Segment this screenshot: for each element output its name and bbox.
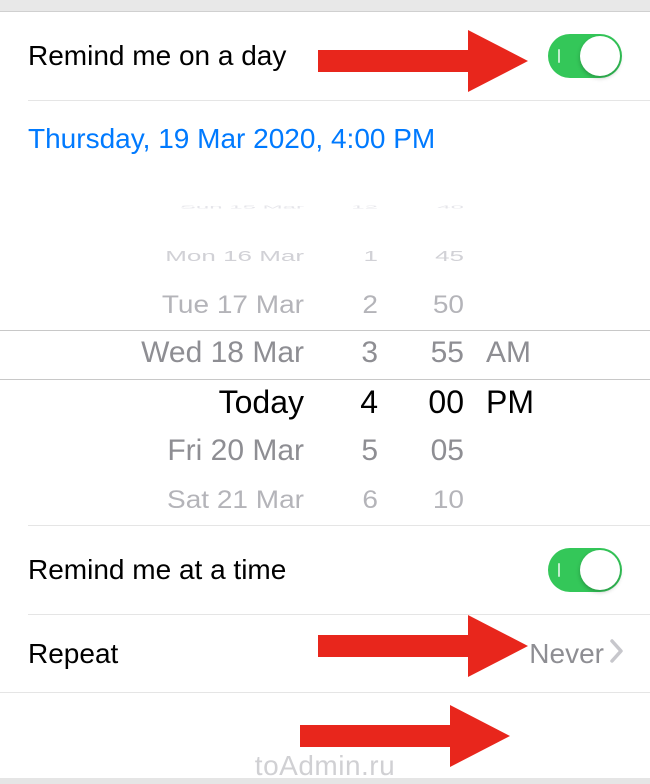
picker-date-item: Sun 15 Mar [180,203,304,213]
picker-minute-item: 40 [437,203,464,213]
remind-on-day-label: Remind me on a day [28,40,286,72]
remind-on-day-switch[interactable] [548,34,622,78]
picker-hour-item: 3 [361,329,378,378]
picker-minute-item: 05 [431,427,464,476]
selected-date-text: Thursday, 19 Mar 2020, 4:00 PM [28,123,622,155]
picker-date-item: Wed 18 Mar [141,329,304,378]
picker-ampm-column[interactable]: AM PM [478,183,622,525]
picker-selection-line-top [0,330,650,331]
picker-ampm-pm-selected: PM [486,378,534,427]
remind-at-time-row: Remind me at a time [0,526,650,614]
chevron-right-icon [608,637,626,670]
picker-hour-item: 2 [362,283,378,327]
selected-date-row[interactable]: Thursday, 19 Mar 2020, 4:00 PM [0,101,650,183]
remind-at-time-label: Remind me at a time [28,554,286,586]
repeat-value: Never [529,638,604,670]
repeat-row[interactable]: Repeat Never [0,615,650,692]
picker-minute-item: 45 [435,243,464,270]
picker-minute-item: 55 [431,329,464,378]
bottom-edge [0,778,650,784]
switch-knob [580,550,620,590]
picker-hour-item: 6 [362,478,378,522]
picker-minute-item: 50 [433,283,464,327]
picker-minute-item: 10 [433,478,464,522]
separator [0,692,650,693]
picker-date-item: Tue 17 Mar [162,283,304,327]
picker-hour-item: 5 [361,427,378,476]
picker-selection-line-bottom [0,379,650,380]
picker-date-item: Sat 21 Mar [167,478,304,522]
datetime-picker[interactable]: Sun 15 Mar Mon 16 Mar Tue 17 Mar Wed 18 … [0,183,650,525]
remind-at-time-switch[interactable] [548,548,622,592]
picker-ampm-am: AM [486,329,531,378]
picker-date-item: Fri 20 Mar [167,427,304,476]
picker-date-column[interactable]: Sun 15 Mar Mon 16 Mar Tue 17 Mar Wed 18 … [38,183,318,525]
picker-hour-item: 1 [364,243,378,270]
picker-hour-item: 12 [351,203,378,213]
picker-hour-column[interactable]: 12 1 2 3 4 5 6 7 8 [318,183,388,525]
switch-knob [580,36,620,76]
picker-date-item-selected: Today [219,378,304,427]
remind-on-day-row: Remind me on a day [0,12,650,100]
picker-minute-column[interactable]: 40 45 50 55 00 05 10 15 20 [388,183,478,525]
status-bar [0,0,650,12]
picker-minute-item-selected: 00 [428,378,464,427]
repeat-label: Repeat [28,638,118,670]
picker-hour-item-selected: 4 [360,378,378,427]
picker-date-item: Mon 16 Mar [165,243,304,270]
